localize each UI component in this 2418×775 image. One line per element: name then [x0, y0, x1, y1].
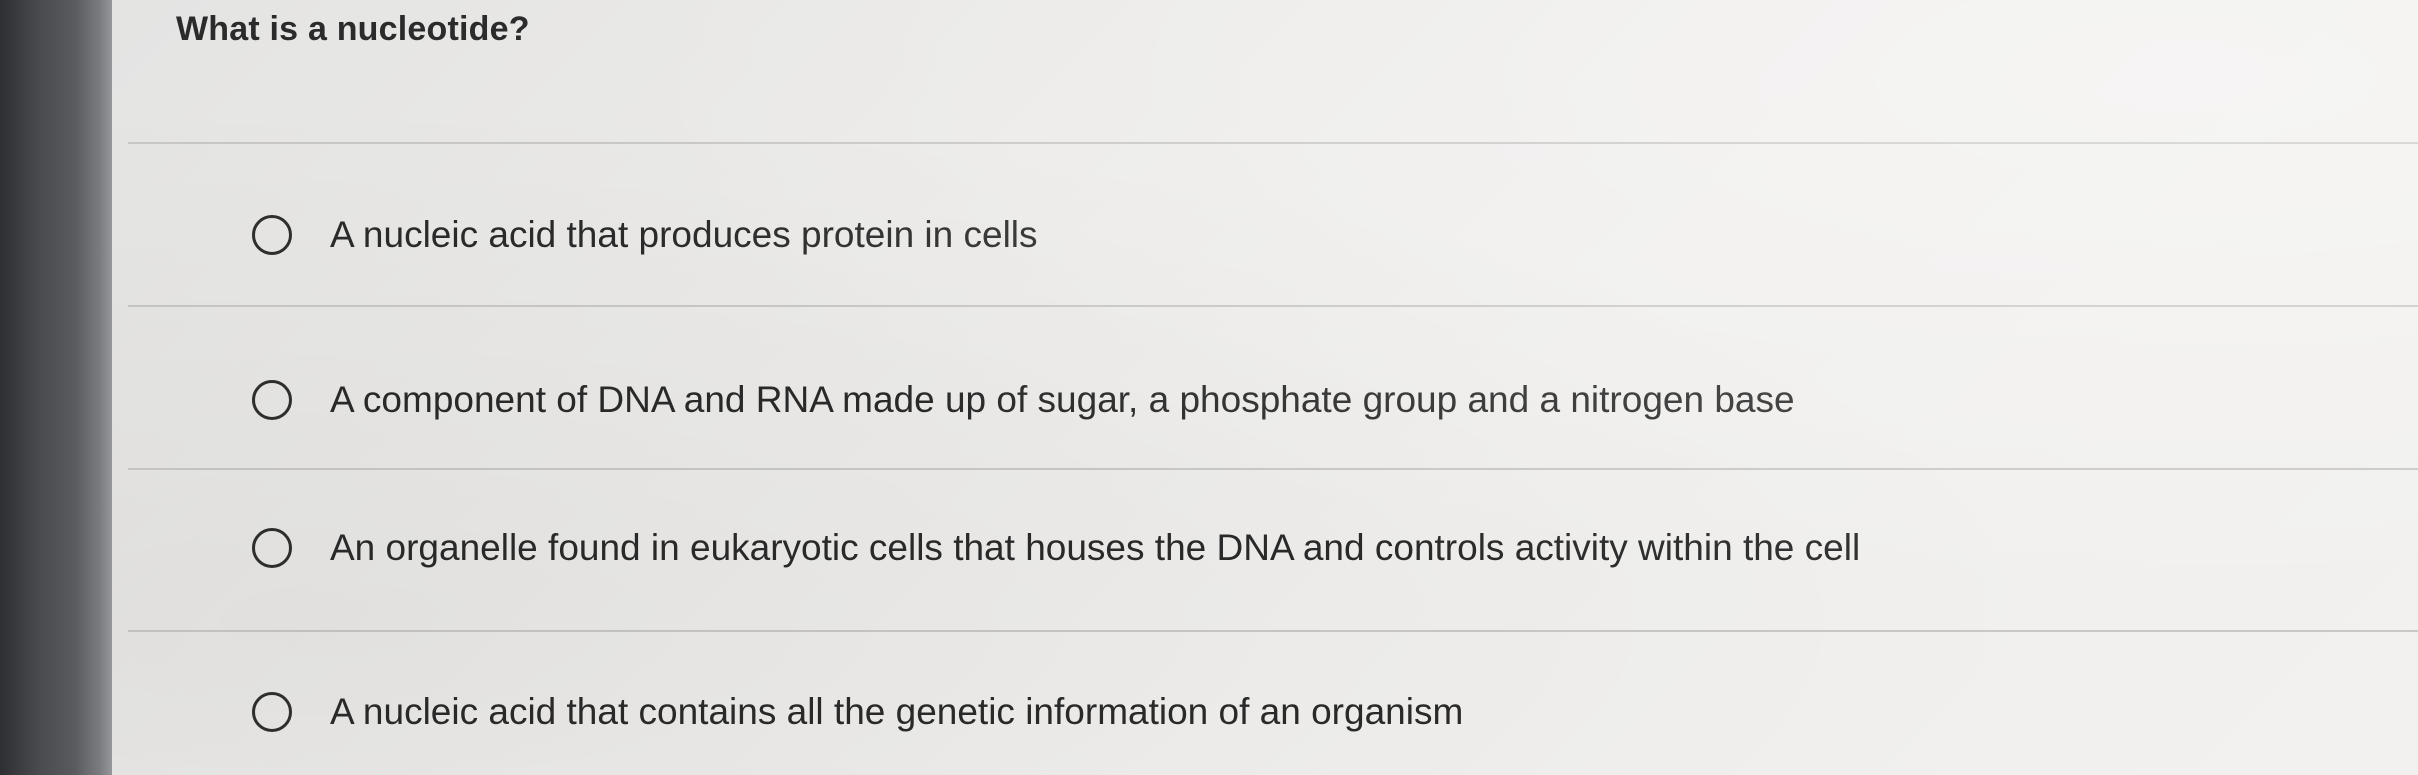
- divider: [128, 305, 2418, 307]
- divider: [128, 630, 2418, 632]
- answer-option-2[interactable]: A component of DNA and RNA made up of su…: [252, 350, 2378, 450]
- answer-option-label: A nucleic acid that produces protein in …: [330, 214, 1038, 255]
- screen: What is a nucleotide? A nucleic acid tha…: [0, 0, 2418, 775]
- radio-button-icon[interactable]: [252, 692, 292, 732]
- question-text: What is a nucleotide?: [176, 10, 530, 48]
- quiz-page: What is a nucleotide? A nucleic acid tha…: [112, 0, 2418, 775]
- radio-button-icon[interactable]: [252, 215, 292, 255]
- radio-button-icon[interactable]: [252, 528, 292, 568]
- answer-option-label: A component of DNA and RNA made up of su…: [330, 379, 1795, 420]
- monitor-bezel: [0, 0, 120, 775]
- answer-option-1[interactable]: A nucleic acid that produces protein in …: [252, 185, 2378, 285]
- radio-button-icon[interactable]: [252, 380, 292, 420]
- answer-option-label: An organelle found in eukaryotic cells t…: [330, 527, 1861, 568]
- answer-option-label: A nucleic acid that contains all the gen…: [330, 691, 1464, 732]
- divider: [128, 468, 2418, 470]
- divider: [128, 142, 2418, 144]
- answer-option-3[interactable]: An organelle found in eukaryotic cells t…: [252, 498, 2378, 598]
- answer-option-4[interactable]: A nucleic acid that contains all the gen…: [252, 662, 2378, 762]
